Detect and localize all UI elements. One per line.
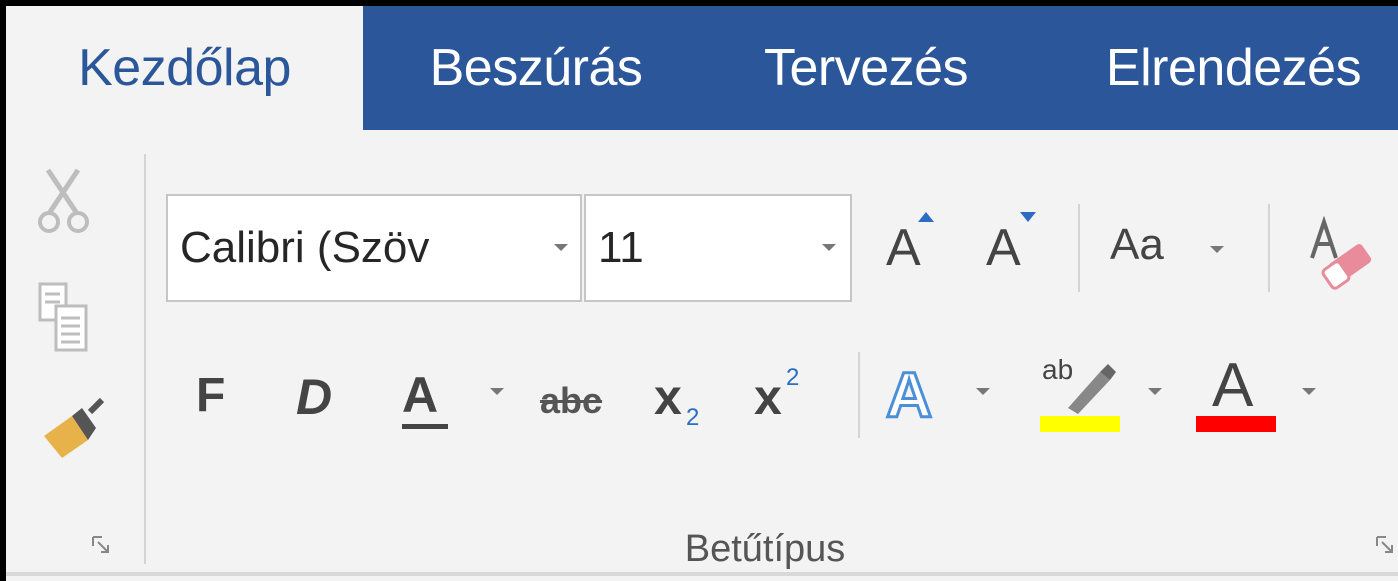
font-size-value: 11 — [598, 223, 644, 272]
grow-font-label: A — [886, 219, 921, 277]
italic-button[interactable]: D — [296, 368, 332, 426]
shrink-font-label: A — [986, 219, 1021, 277]
font-color-button[interactable]: A — [1196, 350, 1278, 436]
underline-button[interactable]: A — [402, 366, 452, 436]
tab-elrendezes[interactable]: Elrendezés — [1066, 6, 1398, 130]
change-case-button[interactable]: Aa — [1110, 220, 1240, 280]
dialog-launcher-icon — [1376, 536, 1393, 553]
change-case-label: Aa — [1110, 220, 1164, 269]
copy-button[interactable] — [36, 278, 96, 358]
dropdown-arrow-icon[interactable] — [1210, 246, 1224, 253]
dropdown-arrow-icon[interactable] — [554, 244, 568, 251]
subscript-digit: 2 — [686, 404, 700, 431]
underline-dropdown-arrow-icon[interactable] — [490, 388, 504, 395]
highlighter-icon — [1068, 364, 1116, 414]
highlight-color-bar — [1040, 416, 1120, 432]
tab-label: Elrendezés — [1105, 39, 1362, 97]
tab-tervezes[interactable]: Tervezés — [726, 6, 1006, 130]
grow-font-button[interactable]: A — [882, 212, 934, 288]
ribbon-tab-bar: Kezdőlap Beszúrás Tervezés Elrendezés — [6, 6, 1398, 130]
scissors-icon — [38, 168, 89, 233]
highlight-button[interactable]: ab — [1040, 350, 1126, 436]
text-effects-label: A — [884, 358, 933, 433]
subscript-button[interactable]: x 2 — [654, 368, 714, 438]
font-color-label: A — [1212, 351, 1254, 420]
tab-label: Beszúrás — [429, 39, 643, 97]
font-dialog-launcher[interactable] — [1376, 536, 1394, 554]
strikethrough-label: abc — [540, 380, 603, 421]
underline-label: A — [402, 367, 439, 423]
subscript-base: x — [654, 369, 682, 425]
format-painter-icon — [44, 397, 105, 458]
font-size-combobox[interactable]: 11 — [584, 194, 852, 302]
italic-label: D — [296, 369, 333, 425]
font-color-dropdown-arrow-icon[interactable] — [1302, 388, 1316, 395]
word-ribbon: Kezdőlap Beszúrás Tervezés Elrendezés Ca… — [0, 0, 1398, 581]
superscript-digit: 2 — [786, 364, 800, 391]
bold-label: F — [196, 369, 226, 422]
separator — [1268, 204, 1270, 292]
font-name-combobox[interactable]: Calibri (Szöv — [166, 194, 582, 302]
font-name-value: Calibri (Szöv — [180, 223, 430, 272]
group-separator — [144, 154, 146, 564]
tab-beszuras[interactable]: Beszúrás — [386, 6, 686, 130]
bold-button[interactable]: F — [196, 368, 225, 423]
font-group-label: Betűtípus — [684, 528, 846, 570]
clear-formatting-button[interactable] — [1306, 214, 1376, 294]
ribbon-bottom-border — [6, 572, 1398, 576]
arrow-up-icon — [918, 212, 934, 222]
text-effects-button[interactable]: A — [884, 358, 956, 438]
format-painter-button[interactable] — [38, 394, 108, 464]
text-effects-dropdown-arrow-icon[interactable] — [976, 388, 990, 395]
eraser-icon — [1310, 215, 1372, 290]
tab-label: Tervezés — [763, 39, 969, 97]
strikethrough-button[interactable]: abc — [540, 380, 602, 422]
shrink-font-button[interactable]: A — [982, 212, 1036, 288]
tab-kezdolap[interactable]: Kezdőlap — [6, 6, 363, 130]
arrow-down-icon — [1020, 212, 1036, 222]
font-color-bar — [1196, 416, 1276, 432]
underline-bar — [402, 424, 448, 429]
tab-label: Kezdőlap — [78, 39, 291, 97]
copy-icon — [38, 282, 88, 352]
separator — [858, 352, 860, 438]
dropdown-arrow-icon[interactable] — [822, 244, 836, 251]
cut-button[interactable] — [34, 166, 94, 236]
superscript-base: x — [754, 369, 782, 425]
highlight-dropdown-arrow-icon[interactable] — [1148, 388, 1162, 395]
superscript-button[interactable]: x 2 — [754, 364, 814, 438]
separator — [1078, 204, 1080, 292]
